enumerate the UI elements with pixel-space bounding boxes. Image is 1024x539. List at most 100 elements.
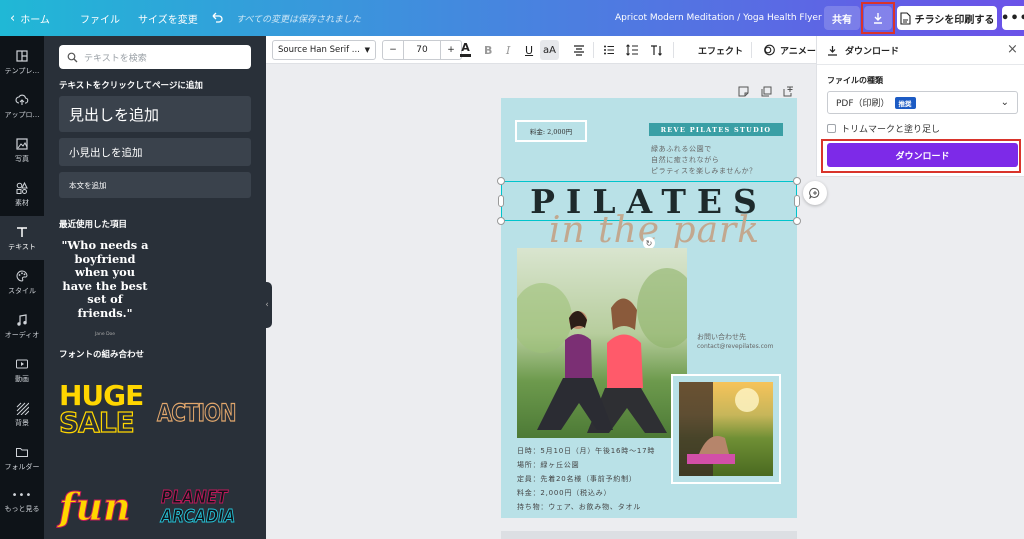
close-panel-button[interactable]: × [1007, 42, 1018, 57]
combo-fun-text: fun [59, 484, 132, 530]
rail-label: もっと見る [4, 505, 40, 513]
font-combo-planet-arcadia[interactable]: PLANET ARCADIA [161, 488, 257, 536]
rail-templates[interactable]: テンプレ… [0, 40, 44, 84]
italic-button[interactable]: I [506, 36, 510, 64]
font-combo-fun[interactable]: fun [59, 484, 154, 536]
text-color-swatch [460, 54, 471, 57]
combo-arcadia-text: ARCADIA [161, 506, 236, 527]
rail-background[interactable]: 背景 [0, 392, 44, 436]
event-details[interactable]: 日時：5月10日（月）午後16時〜17時 場所：緑ヶ丘公園 定員：先着20名様（… [517, 444, 655, 514]
flyer-tagline[interactable]: 緑あふれる公園で 自然に癒されながら ピラティスを楽しみませんか？ [651, 144, 757, 177]
rail-more[interactable]: ••• もっと見る [0, 480, 44, 524]
effects-button[interactable]: エフェクト [698, 36, 743, 64]
add-subheading-label: 小見出しを追加 [69, 146, 143, 159]
studio-name-text: REVE PILATES STUDIO [660, 125, 772, 134]
text-color-icon: A [461, 41, 470, 55]
add-subheading-button[interactable]: 小見出しを追加 [59, 138, 251, 166]
effects-label: エフェクト [698, 46, 744, 57]
price-box[interactable]: 料金: 2,000円 [515, 120, 587, 142]
event-detail-line: 定員：先着20名様（事前予約制） [517, 475, 637, 483]
toolbar-divider [673, 42, 674, 58]
download-panel: ダウンロード × ファイルの種類 PDF（印刷） 推奨 ⌄ トリムマークと塗り足… [816, 36, 1024, 177]
flyer-title[interactable]: PILATES [501, 182, 797, 221]
rail-folders[interactable]: フォルダー [0, 436, 44, 480]
underline-button[interactable]: U [525, 36, 533, 64]
align-center-icon [574, 45, 584, 56]
flyer-canvas[interactable]: 料金: 2,000円 REVE PILATES STUDIO 緑あふれる公園で … [497, 98, 801, 518]
contact-info[interactable]: お問い合わせ先 contact@revepilates.com [697, 332, 773, 352]
print-flyer-button[interactable]: チラシを印刷する [897, 6, 997, 30]
decrease-size-button[interactable]: − [383, 45, 403, 55]
top-bar: ‹ ホーム ファイル サイズを変更 すべての変更は保存されました Apricot… [0, 0, 1024, 36]
rail-video[interactable]: 動画 [0, 348, 44, 392]
animate-button[interactable]: アニメー [763, 36, 816, 64]
list-button[interactable] [603, 36, 615, 64]
file-menu[interactable]: ファイル [80, 0, 120, 36]
text-panel: テキストを検索 テキストをクリックしてページに追加 見出しを追加 小見出しを追加… [44, 36, 266, 539]
spacing-button[interactable] [626, 36, 639, 64]
bold-button[interactable]: B [484, 36, 492, 64]
add-comment-button[interactable] [803, 181, 827, 205]
download-button-label: ダウンロード [895, 151, 950, 162]
save-status-text: すべての変更は保存されました [236, 14, 362, 25]
rail-label: アップロ… [4, 110, 40, 119]
italic-icon: I [506, 43, 511, 57]
share-button[interactable]: 共有 [824, 6, 860, 30]
font-size-stepper: − 70 + [382, 40, 462, 60]
vertical-text-button[interactable] [650, 36, 663, 64]
studio-name-bar[interactable]: REVE PILATES STUDIO [649, 123, 783, 136]
rail-audio[interactable]: オーディオ [0, 304, 44, 348]
home-button[interactable]: ‹ ホーム [10, 0, 50, 36]
file-type-select[interactable]: PDF（印刷） 推奨 ⌄ [827, 91, 1018, 114]
tagline-line: ピラティスを楽しみませんか？ [651, 167, 757, 175]
font-combo-action[interactable]: ACTION [157, 396, 253, 430]
undo-icon[interactable] [210, 0, 224, 36]
folder-icon [16, 447, 28, 457]
animate-circles-icon [764, 44, 775, 56]
rail-label: テンプレ… [4, 66, 40, 75]
collapse-panel-handle[interactable]: ‹ [262, 282, 272, 328]
rail-photos[interactable]: 写真 [0, 128, 44, 172]
font-family-select[interactable]: Source Han Serif ... ▼ [272, 36, 376, 64]
recent-quote-author: Jane Doe [94, 332, 116, 337]
add-heading-button[interactable]: 見出しを追加 [59, 96, 251, 132]
increase-size-button[interactable]: + [441, 45, 461, 55]
recent-quote-item[interactable]: "Who needs a boyfriend when you have the… [59, 238, 151, 337]
rail-styles[interactable]: スタイル [0, 260, 44, 304]
rail-elements[interactable]: 素材 [0, 172, 44, 216]
contact-email: contact@revepilates.com [697, 343, 774, 350]
rail-uploads[interactable]: アップロ… [0, 84, 44, 128]
align-button[interactable] [573, 36, 585, 64]
recommended-badge: 推奨 [894, 96, 916, 109]
download-button[interactable]: ダウンロード [827, 143, 1018, 167]
add-body-button[interactable]: 本文を追加 [59, 172, 251, 198]
resize-menu[interactable]: サイズを変更 [138, 0, 198, 36]
text-color-button[interactable]: A [460, 36, 471, 64]
save-status: すべての変更は保存されました [236, 0, 361, 36]
document-title[interactable]: Apricot Modern Meditation / Yoga Health … [615, 0, 822, 36]
more-options-button[interactable]: ••• [1001, 6, 1024, 30]
pilates-photo[interactable] [517, 248, 687, 438]
font-combo-huge-sale[interactable]: HUGE SALE [58, 382, 154, 442]
tagline-line: 緑あふれる公園で [651, 145, 712, 153]
event-detail-line: 料金：2,000円（税込み） [517, 489, 612, 497]
contact-label: お問い合わせ先 [697, 333, 746, 341]
meditation-photo[interactable] [671, 374, 781, 484]
event-detail-line: 日時：5月10日（月）午後16時〜17時 [517, 447, 656, 455]
crop-marks-checkbox[interactable]: トリムマークと塗り足し [827, 122, 940, 135]
photo-icon [16, 137, 28, 150]
text-search-input[interactable]: テキストを検索 [59, 45, 251, 69]
font-size-input[interactable]: 70 [403, 41, 441, 59]
download-panel-header: ダウンロード [827, 44, 899, 57]
letter-case-button[interactable]: aA [540, 40, 559, 60]
add-heading-label: 見出しを追加 [69, 105, 160, 124]
download-icon-button[interactable] [864, 6, 892, 30]
crop-marks-label: トリムマークと塗り足し [841, 125, 941, 135]
rail-label: 素材 [15, 198, 29, 207]
add-body-label: 本文を追加 [69, 180, 107, 190]
chevron-left-icon: ‹ [10, 10, 16, 26]
rail-text[interactable]: テキスト [0, 216, 44, 260]
chevron-down-icon: ⌄ [1000, 97, 1009, 108]
combo-action-text: ACTION [157, 398, 238, 427]
checkbox-box [827, 124, 836, 133]
